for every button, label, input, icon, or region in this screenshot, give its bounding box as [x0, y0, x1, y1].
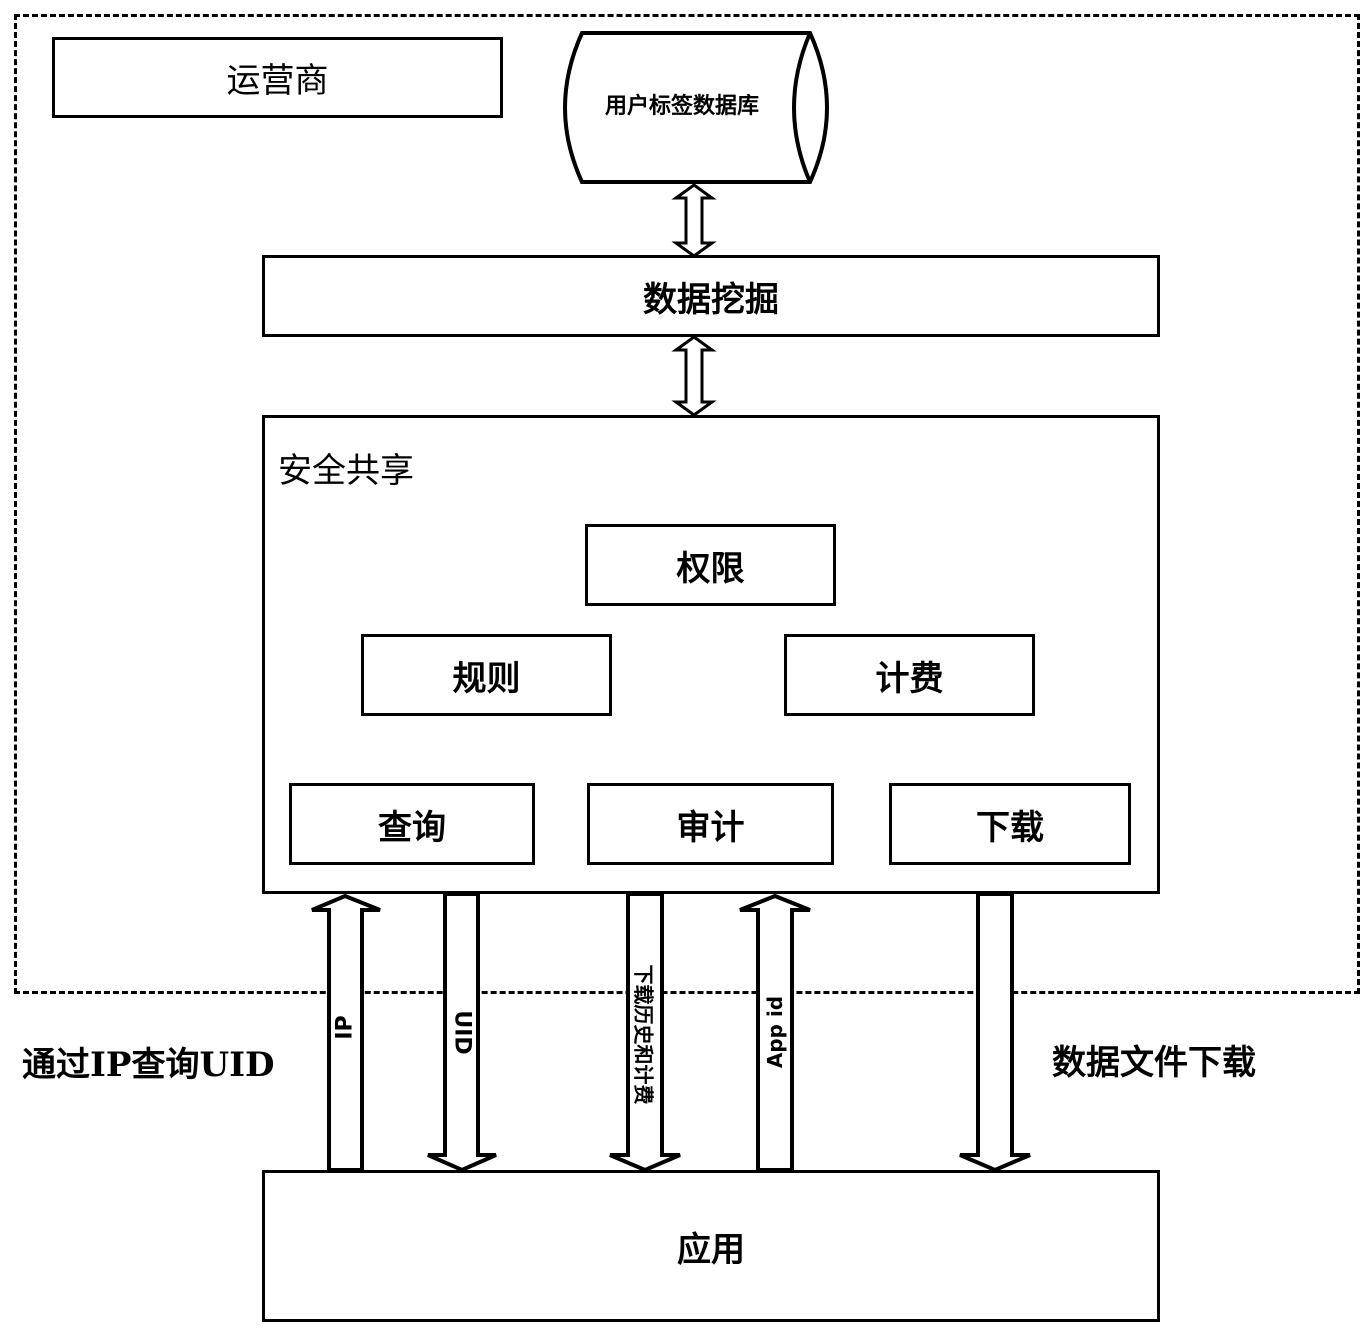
rules-label: 规则	[452, 658, 521, 699]
audit-box: 审计	[587, 783, 834, 865]
history-billing-flow-label: 下载历史和计费	[631, 964, 656, 1105]
data-mining-label: 数据挖掘	[643, 279, 779, 320]
mining-sharing-arrow	[671, 335, 717, 417]
permission-label: 权限	[676, 548, 745, 589]
query-box: 查询	[289, 783, 535, 865]
download-label: 下载	[976, 807, 1044, 848]
query-label: 查询	[378, 807, 446, 848]
audit-label: 审计	[676, 807, 745, 848]
database-label: 用户标签数据库	[604, 94, 759, 119]
download-box: 下载	[889, 783, 1131, 865]
uid-flow-label: UID	[449, 1010, 475, 1055]
db-mining-arrow	[671, 183, 717, 258]
billing-label: 计费	[875, 658, 944, 699]
application-label: 应用	[677, 1229, 745, 1270]
app-id-flow-label: App id	[763, 995, 787, 1069]
application-box: 应用	[262, 1170, 1160, 1322]
data-mining-box: 数据挖掘	[262, 255, 1160, 337]
file-download-arrow	[959, 892, 1031, 1173]
billing-box: 计费	[784, 634, 1035, 716]
left-annotation: 通过IP查询UID	[22, 1045, 275, 1085]
permission-box: 权限	[585, 524, 836, 606]
database-label-wrap: 用户标签数据库	[582, 88, 782, 120]
secure-sharing-label: 安全共享	[278, 451, 414, 491]
right-annotation: 数据文件下载	[1052, 1043, 1256, 1083]
rules-box: 规则	[361, 634, 612, 716]
ip-flow-label: IP	[332, 1015, 358, 1040]
